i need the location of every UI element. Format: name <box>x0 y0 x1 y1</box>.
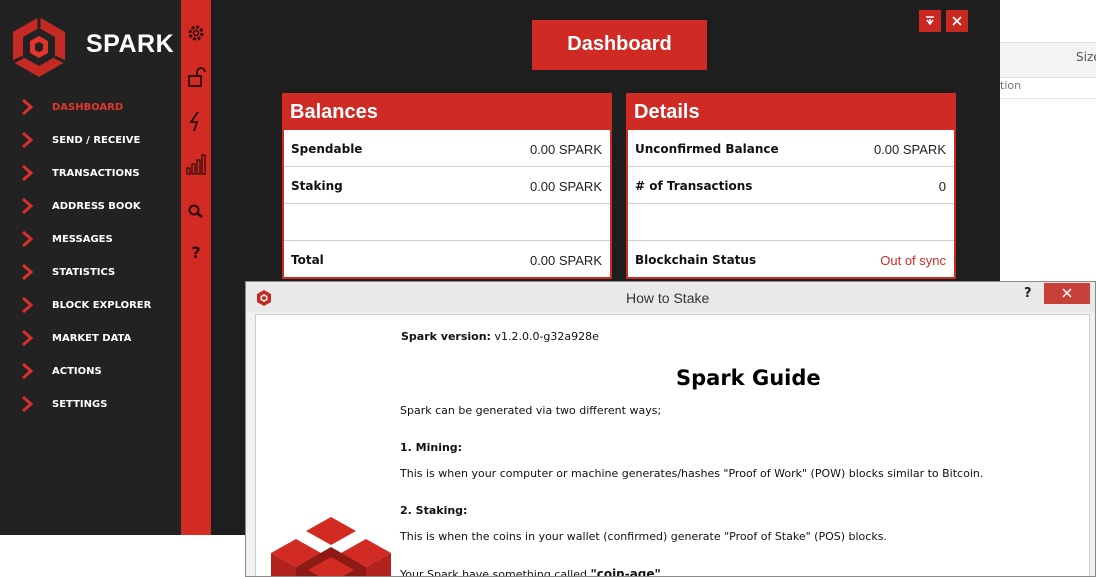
balance-row: Spendable 0.00 SPARK <box>284 130 610 167</box>
chevron-right-icon <box>22 264 33 280</box>
guide-title: Spark Guide <box>676 366 821 390</box>
details-label: Blockchain Status <box>635 253 757 267</box>
nav-item-label: SEND / RECEIVE <box>52 135 141 146</box>
background-partial-text: tion <box>1000 79 1022 92</box>
nav-item-statistics[interactable]: STATISTICS <box>0 257 181 290</box>
signal-icon[interactable] <box>186 153 206 175</box>
balance-value: 0.00 SPARK <box>529 142 602 157</box>
nav-item-label: ADDRESS BOOK <box>52 201 141 212</box>
staking-heading: 2. Staking: <box>400 504 468 517</box>
details-label: Unconfirmed Balance <box>635 142 779 156</box>
nav-item-label: BLOCK EXPLORER <box>52 300 152 311</box>
balance-label: Spendable <box>291 142 363 156</box>
details-title: Details <box>628 95 954 130</box>
close-icon <box>952 16 962 26</box>
chevron-right-icon <box>22 132 33 148</box>
details-row: Unconfirmed Balance 0.00 SPARK <box>628 130 954 167</box>
balances-title: Balances <box>284 95 610 130</box>
chevron-right-icon <box>22 396 33 412</box>
balances-panel: Balances Spendable 0.00 SPARK Staking 0.… <box>282 93 612 279</box>
nav-item-label: SETTINGS <box>52 399 108 410</box>
unlock-icon[interactable] <box>186 66 206 88</box>
search-icon[interactable] <box>186 200 206 222</box>
guide-content: Spark version: v1.2.0.0-g32a928e Spark G… <box>255 314 1090 577</box>
sidebar-nav: DASHBOARD SEND / RECEIVE TRANSACTIONS AD… <box>0 92 181 422</box>
nav-item-label: DASHBOARD <box>52 102 124 113</box>
guide-intro: Spark can be generated via two different… <box>400 404 662 417</box>
nav-item-label: TRANSACTIONS <box>52 168 140 179</box>
nav-item-block-explorer[interactable]: BLOCK EXPLORER <box>0 290 181 323</box>
chevron-right-icon <box>22 330 33 346</box>
coin-age-text-start: Your Spark have something called <box>400 568 591 577</box>
balance-label: Staking <box>291 179 343 193</box>
chevron-right-icon <box>22 297 33 313</box>
balance-row: Staking 0.00 SPARK <box>284 167 610 204</box>
sidebar: SPARK DASHBOARD SEND / RECEIVE TRANSACTI… <box>0 0 181 535</box>
mining-heading: 1. Mining: <box>400 441 463 454</box>
minimize-to-tray-button[interactable] <box>919 10 941 32</box>
details-value: 0 <box>938 179 946 194</box>
nav-item-market-data[interactable]: MARKET DATA <box>0 323 181 356</box>
gear-icon[interactable] <box>186 22 206 44</box>
chevron-right-icon <box>22 99 33 115</box>
nav-item-messages[interactable]: MESSAGES <box>0 224 181 257</box>
balance-row <box>284 204 610 241</box>
dialog-titlebar[interactable]: How to Stake ? <box>246 282 1095 312</box>
version-label: Spark version: <box>401 330 491 343</box>
balance-label: Total <box>291 253 324 267</box>
close-button[interactable] <box>946 10 968 32</box>
spark-large-logo-icon <box>271 517 391 576</box>
balance-value: 0.00 SPARK <box>529 179 602 194</box>
nav-item-settings[interactable]: SETTINGS <box>0 389 181 422</box>
chevron-right-icon <box>22 231 33 247</box>
chevron-right-icon <box>22 198 33 214</box>
details-row <box>628 204 954 241</box>
coin-age-text: Your Spark have something called "coin-a… <box>400 567 665 577</box>
chevron-right-icon <box>22 363 33 379</box>
coin-age-text-end: . <box>660 568 665 577</box>
nav-item-label: MARKET DATA <box>52 333 132 344</box>
nav-item-transactions[interactable]: TRANSACTIONS <box>0 158 181 191</box>
brand-name: SPARK <box>86 30 175 58</box>
details-row: # of Transactions 0 <box>628 167 954 204</box>
how-to-stake-dialog: How to Stake ? Spark version: v1.2.0.0-g… <box>245 281 1096 577</box>
balance-row: Total 0.00 SPARK <box>284 241 610 278</box>
nav-item-send-receive[interactable]: SEND / RECEIVE <box>0 125 181 158</box>
help-button[interactable]: ? <box>1024 286 1032 301</box>
nav-item-label: STATISTICS <box>52 267 116 278</box>
mining-text: This is when your computer or machine ge… <box>400 467 984 480</box>
nav-item-dashboard[interactable]: DASHBOARD <box>0 92 181 125</box>
spark-app-icon <box>257 290 271 306</box>
lightning-icon[interactable] <box>186 110 206 132</box>
download-icon <box>926 16 934 26</box>
dialog-close-button[interactable] <box>1044 283 1090 304</box>
svg-text:?: ? <box>191 243 200 262</box>
nav-item-actions[interactable]: ACTIONS <box>0 356 181 389</box>
toolbar: ? <box>181 0 211 535</box>
details-row: Blockchain Status Out of sync <box>628 241 954 278</box>
nav-item-label: MESSAGES <box>52 234 113 245</box>
dialog-title: How to Stake <box>626 290 710 306</box>
details-panel: Details Unconfirmed Balance 0.00 SPARK #… <box>626 93 956 279</box>
nav-item-address-book[interactable]: ADDRESS BOOK <box>0 191 181 224</box>
spark-logo-icon <box>12 17 66 77</box>
size-column-header[interactable]: Size <box>1076 50 1096 64</box>
coin-age-term: "coin-age" <box>590 567 661 577</box>
chevron-right-icon <box>22 165 33 181</box>
details-value: 0.00 SPARK <box>873 142 946 157</box>
help-icon[interactable]: ? <box>186 241 206 263</box>
close-icon <box>1062 288 1072 298</box>
staking-text: This is when the coins in your wallet (c… <box>400 530 887 543</box>
balance-value: 0.00 SPARK <box>529 253 602 268</box>
details-label: # of Transactions <box>635 179 753 193</box>
nav-item-label: ACTIONS <box>52 366 102 377</box>
blockchain-status-value: Out of sync <box>880 253 946 268</box>
version-line: Spark version: v1.2.0.0-g32a928e <box>401 330 599 343</box>
dashboard-button[interactable]: Dashboard <box>532 20 707 70</box>
version-value: v1.2.0.0-g32a928e <box>490 330 599 343</box>
